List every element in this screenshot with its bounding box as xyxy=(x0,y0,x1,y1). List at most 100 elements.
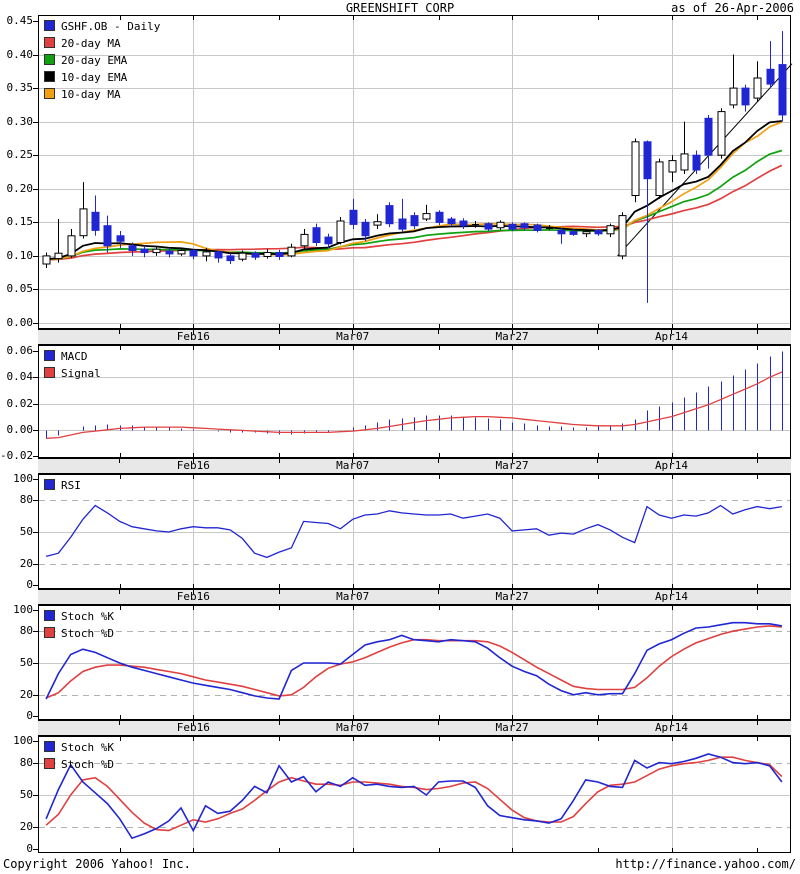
macd-panel: MACD Signal 0.06 0.04 0.02 0.00 -0.02 xyxy=(0,344,800,462)
stoch-panel-2: Stoch %K Stoch %D 100 80 50 20 0 xyxy=(0,734,800,855)
x-axis-tick xyxy=(438,721,439,725)
x-axis-label: Apr14 xyxy=(654,721,689,734)
chart-header: GREENSHIFT CORP as of 26-Apr-2006 xyxy=(0,0,800,15)
series-swatch xyxy=(44,627,55,638)
y-axis-label: 0.20 xyxy=(6,182,34,195)
y-axis-label: 50 xyxy=(19,788,33,801)
stoch-legend-1: Stoch %K Stoch %D xyxy=(44,610,114,644)
series-label: GSHF.OB - Daily xyxy=(61,20,161,33)
series-label: 10-day MA xyxy=(61,88,121,101)
x-axis-tick xyxy=(597,459,599,463)
legend-item: Stoch %K xyxy=(44,741,114,758)
rsi-panel: RSI 100 80 50 20 0 xyxy=(0,472,800,591)
y-axis-label: 0.30 xyxy=(6,115,34,128)
series-swatch xyxy=(44,479,55,490)
x-axis-label: Apr14 xyxy=(654,459,689,472)
y-axis-label: 50 xyxy=(19,656,33,669)
y-axis-label: 20 xyxy=(19,820,33,833)
x-axis-tick xyxy=(278,721,280,725)
price-panel: GSHF.OB - Daily 20-day MA 20-day EMA 10-… xyxy=(0,15,800,329)
y-axis-label: 0.04 xyxy=(6,370,34,383)
series-swatch xyxy=(44,367,55,378)
y-axis-label: 80 xyxy=(19,756,33,769)
y-axis-label: 0.25 xyxy=(6,148,34,161)
stoch-k-line xyxy=(45,621,783,700)
legend-item: Signal xyxy=(44,367,101,384)
x-axis-label: Mar07 xyxy=(336,721,370,734)
rsi-line xyxy=(45,504,783,559)
y-axis-label: 50 xyxy=(19,525,33,538)
x-axis-band-1: Feb16 Mar07 Mar27 Apr14 xyxy=(38,329,791,345)
x-axis-tick xyxy=(438,590,439,594)
x-axis-tick xyxy=(438,459,439,463)
y-axis-label: 80 xyxy=(19,624,33,637)
x-axis-tick xyxy=(597,721,599,725)
series-swatch xyxy=(44,350,55,361)
x-axis-label: Mar27 xyxy=(495,330,529,343)
x-axis-tick xyxy=(756,721,758,725)
series-label: 20-day EMA xyxy=(61,54,128,67)
series-label: 20-day MA xyxy=(61,37,121,50)
stoch-d-line xyxy=(45,756,783,832)
stoch-plot-1 xyxy=(33,605,791,720)
series-label: Stoch %K xyxy=(61,610,114,623)
y-axis-label: 100 xyxy=(13,734,33,747)
y-axis-label: 0.35 xyxy=(6,81,34,94)
series-label: Stoch %K xyxy=(61,741,114,754)
copyright-text: Copyright 2006 Yahoo! Inc. xyxy=(3,857,191,871)
x-axis-tick xyxy=(597,590,599,594)
y-axis-label: 20 xyxy=(19,557,33,570)
y-axis-label: 0.10 xyxy=(6,249,34,262)
series-label: Stoch %D xyxy=(61,627,114,640)
x-axis-tick xyxy=(756,330,758,334)
y-axis-label: 0.06 xyxy=(6,344,34,357)
y-axis-label: 0.40 xyxy=(6,48,34,61)
series-label: RSI xyxy=(61,479,81,492)
x-axis-tick xyxy=(597,330,599,334)
legend-item: GSHF.OB - Daily xyxy=(44,20,160,37)
series-label: MACD xyxy=(61,350,88,363)
x-axis-label: Feb16 xyxy=(176,459,210,472)
y-axis-label: 0.45 xyxy=(6,14,34,27)
x-axis-tick xyxy=(756,590,758,594)
y-axis-label: 0 xyxy=(26,709,33,722)
legend-item: 10-day EMA xyxy=(44,71,160,88)
x-axis-tick xyxy=(119,459,121,463)
rsi-legend: RSI xyxy=(44,479,81,496)
x-axis-tick xyxy=(278,330,280,334)
legend-item: Stoch %D xyxy=(44,627,114,644)
x-axis-tick xyxy=(119,590,121,594)
stoch-plot-2 xyxy=(33,736,791,853)
legend-item: RSI xyxy=(44,479,81,496)
x-axis-label: Mar07 xyxy=(336,330,370,343)
rsi-plot xyxy=(33,474,791,589)
x-axis-label: Mar27 xyxy=(495,590,529,603)
x-axis-tick xyxy=(278,459,280,463)
x-axis-tick xyxy=(438,330,439,334)
x-axis-label: Apr14 xyxy=(654,330,689,343)
series-label: Signal xyxy=(61,367,101,380)
y-axis-label: 0.05 xyxy=(6,282,34,295)
ma-lines xyxy=(46,120,783,261)
series-swatch xyxy=(44,20,55,31)
y-axis-label: -0.02 xyxy=(0,449,34,462)
series-swatch xyxy=(44,54,55,65)
y-axis-label: 100 xyxy=(13,603,33,616)
y-axis-label: 100 xyxy=(13,472,33,485)
x-axis-band-3: Feb16 Mar07 Mar27 Apr14 xyxy=(38,589,791,605)
stoch-panel-1: Stoch %K Stoch %D 100 80 50 20 0 xyxy=(0,603,800,722)
legend-item: 20-day MA xyxy=(44,37,160,54)
stoch-d-line xyxy=(45,625,782,699)
x-axis-band-2: Feb16 Mar07 Mar27 Apr14 xyxy=(38,458,791,474)
y-axis-label: 0.00 xyxy=(6,423,34,436)
stock-chart: GREENSHIFT CORP as of 26-Apr-2006 GSHF.O… xyxy=(0,0,800,874)
series-label: Stoch %D xyxy=(61,758,114,771)
legend-item: Stoch %K xyxy=(44,610,114,627)
series-swatch xyxy=(44,71,55,82)
series-swatch xyxy=(44,37,55,48)
x-axis-label: Feb16 xyxy=(176,330,210,343)
y-axis-label: 0.02 xyxy=(6,397,34,410)
stoch-k-line xyxy=(45,753,783,840)
legend-item: 20-day EMA xyxy=(44,54,160,71)
legend-item: Stoch %D xyxy=(44,758,114,775)
